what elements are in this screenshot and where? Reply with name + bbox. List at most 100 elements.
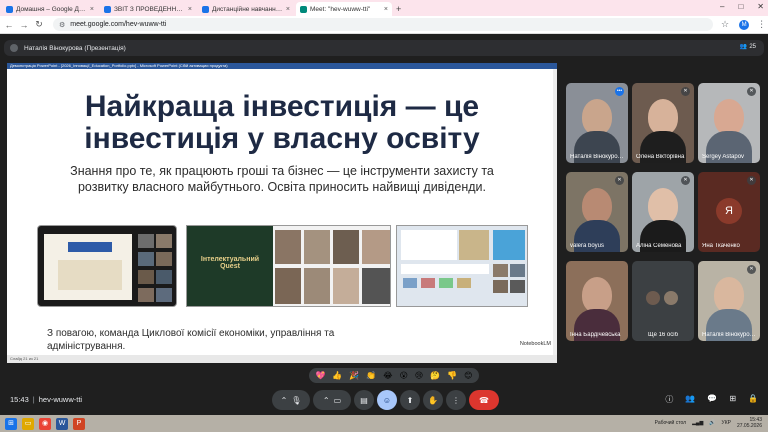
mic-off-icon: ✕ bbox=[681, 176, 690, 185]
reload-icon[interactable]: ↻ bbox=[33, 19, 45, 30]
slide-footer: З повагою, команда Циклової комісії екон… bbox=[47, 328, 335, 352]
raise-hand-button[interactable]: ✋ bbox=[423, 390, 443, 410]
lock-icon[interactable]: 🔒 bbox=[748, 394, 758, 405]
address-bar: ← → ↻ ⚙ meet.google.com/hev-wuww-tti ☆ M… bbox=[0, 16, 768, 34]
browser-tab-report[interactable]: ЗВІТ З ПРОВЕДЕННЯ ТИЖНЯ× bbox=[100, 2, 196, 16]
screenshot-3-art bbox=[401, 230, 525, 293]
reaction-sad[interactable]: 😢 bbox=[415, 371, 423, 380]
participant-name: valera boyus bbox=[570, 243, 605, 249]
people-icon: 👥 bbox=[739, 44, 748, 50]
participant-name: Яна Ткаченко bbox=[702, 243, 740, 249]
chat-icon[interactable]: 💬 bbox=[707, 394, 717, 405]
browser-tab-bar: Домашня – Google Диск × ЗВІТ З ПРОВЕДЕННЯ… bbox=[0, 0, 768, 16]
reaction-thinking[interactable]: 🤔 bbox=[430, 371, 440, 380]
side-controls: ⓘ 👥 💬 ⊞ 🔒 bbox=[665, 394, 758, 405]
camera-icon: ▭ bbox=[333, 395, 342, 405]
forward-icon[interactable]: → bbox=[18, 20, 30, 30]
meet-control-bar: 15:43 | hev-wuww-tti ⌃ 🎙 ⌃ ▭ ▤ ☺ ⬆ ✋ ⋮ ☎ ⓘ 👥… bbox=[0, 385, 768, 415]
info-icon[interactable]: ⓘ bbox=[665, 394, 673, 405]
close-icon[interactable]: × bbox=[188, 6, 192, 13]
chevron-up-icon[interactable]: ⌃ bbox=[281, 396, 288, 405]
participants-count-badge[interactable]: 👥 25 bbox=[739, 43, 756, 51]
chrome-icon[interactable]: ◉ bbox=[39, 417, 51, 430]
clock[interactable]: 15:43 27.05.2026 bbox=[737, 417, 762, 429]
mini-avatar bbox=[664, 291, 678, 305]
participant-video bbox=[582, 277, 612, 313]
site-info-icon[interactable]: ⚙ bbox=[59, 21, 65, 29]
more-participants-label: Ще 16 осіб bbox=[647, 332, 679, 338]
chevron-up-icon[interactable]: ⌃ bbox=[323, 396, 330, 405]
bookmark-star-icon[interactable]: ☆ bbox=[721, 19, 729, 30]
folder-icon[interactable]: ▭ bbox=[22, 417, 34, 430]
slide-scrollbar[interactable] bbox=[553, 69, 557, 355]
leave-call-button[interactable]: ☎ bbox=[469, 390, 499, 410]
captions-button[interactable]: ▤ bbox=[354, 390, 374, 410]
close-window-icon[interactable]: ✕ bbox=[757, 2, 764, 11]
minimize-icon[interactable]: – bbox=[720, 2, 724, 11]
participant-video bbox=[648, 188, 678, 224]
presenter-label: Наталія Вінокурова (Презентація) bbox=[24, 44, 126, 52]
browser-tab-meet[interactable]: Meet: "hev-wuww-tti" × bbox=[296, 2, 392, 16]
profile-avatar[interactable]: M bbox=[739, 19, 750, 30]
mic-button[interactable]: ⌃ 🎙 bbox=[272, 390, 310, 410]
start-icon[interactable]: ⊞ bbox=[5, 417, 17, 430]
participant-avatar: Я bbox=[716, 198, 742, 224]
powerpoint-icon[interactable]: P bbox=[73, 417, 85, 430]
close-icon[interactable]: × bbox=[384, 6, 388, 13]
more-options-button[interactable]: ⋮ bbox=[446, 390, 466, 410]
presenter-avatar bbox=[10, 44, 18, 52]
docs-icon bbox=[104, 5, 111, 13]
volume-icon[interactable]: 🔊 bbox=[709, 420, 715, 426]
present-icon: ⬆ bbox=[406, 395, 414, 405]
language-indicator[interactable]: УКР bbox=[722, 420, 731, 426]
maximize-icon[interactable]: □ bbox=[738, 2, 743, 11]
participant-tile[interactable]: ✕ valera boyus bbox=[566, 172, 628, 252]
browser-tab-drive[interactable]: Домашня – Google Диск × bbox=[2, 2, 98, 16]
reaction-party[interactable]: 🎉 bbox=[349, 371, 359, 380]
participant-tile[interactable]: Інна Бардічевська bbox=[566, 261, 628, 341]
back-icon[interactable]: ← bbox=[3, 20, 15, 30]
slide-screenshot-1 bbox=[37, 225, 177, 307]
notebooklm-logo: NotebookLM bbox=[519, 341, 551, 347]
call-controls: ⌃ 🎙 ⌃ ▭ ▤ ☺ ⬆ ✋ ⋮ ☎ bbox=[272, 390, 499, 410]
slide-title: Найкраща інвестиція — це інвестиція у вл… bbox=[84, 90, 480, 155]
emoji-button[interactable]: ☺ bbox=[377, 390, 397, 410]
participant-tile[interactable]: ••• Наталія Вінокурова bbox=[566, 83, 628, 163]
participant-tile[interactable]: ✕ Олена Вікторівна bbox=[632, 83, 694, 163]
slide-screenshot-3 bbox=[396, 225, 528, 307]
people-icon[interactable]: 👥 bbox=[685, 394, 695, 405]
camera-button[interactable]: ⌃ ▭ bbox=[313, 390, 351, 410]
word-icon[interactable]: W bbox=[56, 417, 68, 430]
reaction-heart[interactable]: 💖 bbox=[315, 371, 325, 380]
more-vert-icon: ⋮ bbox=[452, 395, 460, 405]
network-icon[interactable]: ▂▄▆ bbox=[692, 420, 703, 426]
browser-tab-distance[interactable]: Дистанційне навчання в ВСП× bbox=[198, 2, 294, 16]
reaction-smile[interactable]: 😊 bbox=[464, 371, 472, 380]
participant-name: Наталія Вінокурова bbox=[570, 154, 624, 160]
participant-tile-self[interactable]: ✕ Наталія Вінокурова bbox=[698, 261, 760, 341]
reaction-thumbs-up[interactable]: 👍 bbox=[332, 371, 342, 380]
participant-tile[interactable]: ✕ Аліна Семенова bbox=[632, 172, 694, 252]
meeting-code: hev-wuww-tti bbox=[38, 395, 83, 404]
participant-tile[interactable]: Я ✕ Яна Ткаченко bbox=[698, 172, 760, 252]
present-button[interactable]: ⬆ bbox=[400, 390, 420, 410]
reaction-clap[interactable]: 👏 bbox=[366, 371, 376, 380]
new-tab-button[interactable]: + bbox=[396, 2, 401, 16]
close-icon[interactable]: × bbox=[90, 6, 94, 13]
reaction-thumbs-down[interactable]: 👎 bbox=[447, 371, 457, 380]
activities-icon[interactable]: ⊞ bbox=[729, 394, 736, 405]
presenter-bar: Наталія Вінокурова (Презентація) bbox=[4, 40, 764, 56]
more-participants-tile[interactable]: Ще 16 осіб bbox=[632, 261, 694, 341]
url-field[interactable]: ⚙ meet.google.com/hev-wuww-tti bbox=[53, 18, 713, 31]
quest-title: Інтелектуальний Quest bbox=[200, 256, 260, 270]
participant-name: Sergey Astapov bbox=[702, 154, 745, 160]
browser-menu-icon[interactable]: ⋮ bbox=[757, 19, 766, 30]
desktop-label[interactable]: Рабочий стол bbox=[655, 420, 686, 426]
captions-icon: ▤ bbox=[360, 395, 368, 405]
participant-name: Наталія Вінокурова bbox=[702, 332, 756, 338]
reaction-surprised[interactable]: 😮 bbox=[400, 371, 408, 380]
close-icon[interactable]: × bbox=[286, 6, 290, 13]
participant-tile[interactable]: ✕ Sergey Astapov bbox=[698, 83, 760, 163]
window-controls: – □ ✕ bbox=[720, 2, 764, 11]
reaction-laugh[interactable]: 😂 bbox=[383, 371, 392, 380]
